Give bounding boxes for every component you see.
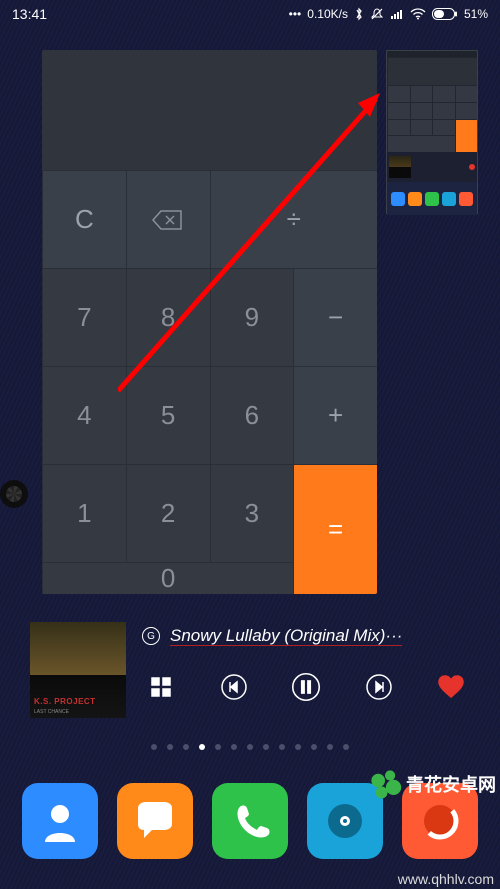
page-dot[interactable] — [183, 744, 189, 750]
netease-icon: G — [142, 627, 160, 645]
page-dot[interactable] — [263, 744, 269, 750]
status-time: 13:41 — [12, 6, 47, 22]
page-dot[interactable] — [151, 744, 157, 750]
calc-9[interactable]: 9 — [210, 268, 294, 366]
song-title[interactable]: Snowy Lullaby (Original Mix)··· — [170, 626, 402, 646]
page-dot[interactable] — [231, 744, 237, 750]
page-dot[interactable] — [167, 744, 173, 750]
calc-display — [42, 50, 377, 170]
calc-minus[interactable]: − — [293, 268, 377, 366]
prev-button[interactable] — [219, 672, 249, 702]
page-dot[interactable] — [279, 744, 285, 750]
calc-clear[interactable]: C — [42, 170, 126, 268]
pause-button[interactable] — [291, 672, 321, 702]
next-button[interactable] — [364, 672, 394, 702]
calc-3[interactable]: 3 — [210, 464, 294, 562]
calc-2[interactable]: 2 — [126, 464, 210, 562]
status-dots: ••• — [289, 7, 302, 21]
status-speed: 0.10K/s — [307, 7, 348, 21]
page-dot[interactable] — [215, 744, 221, 750]
music-widget: K.S. PROJECT LAST CHANCE G Snowy Lullaby… — [30, 622, 470, 726]
favorite-button[interactable] — [436, 672, 466, 702]
wifi-icon — [410, 8, 426, 20]
dnd-icon — [370, 7, 384, 21]
playlist-button[interactable] — [146, 672, 176, 702]
watermark-brand: 青花安卓网 — [368, 767, 496, 801]
page-dot[interactable] — [327, 744, 333, 750]
calc-equals[interactable]: = — [293, 464, 377, 594]
calc-6[interactable]: 6 — [210, 366, 294, 464]
album-artist: K.S. PROJECT — [34, 697, 96, 706]
phone-app[interactable] — [212, 783, 288, 859]
messaging-app[interactable] — [117, 783, 193, 859]
battery-icon — [432, 8, 458, 20]
album-art[interactable]: K.S. PROJECT LAST CHANCE — [30, 622, 126, 718]
calc-4[interactable]: 4 — [42, 366, 126, 464]
watermark-url: www.qhhlv.com — [398, 871, 494, 887]
signal-icon — [390, 8, 404, 20]
calc-0[interactable]: 0 — [42, 562, 293, 594]
page-dot[interactable] — [247, 744, 253, 750]
calc-1[interactable]: 1 — [42, 464, 126, 562]
calc-backspace[interactable] — [126, 170, 210, 268]
bluetooth-icon — [354, 7, 364, 21]
page-dot[interactable] — [343, 744, 349, 750]
calc-5[interactable]: 5 — [126, 366, 210, 464]
calc-divide[interactable]: ÷ — [210, 170, 378, 268]
calc-plus[interactable]: + — [293, 366, 377, 464]
page-dot[interactable] — [295, 744, 301, 750]
calculator-app-preview[interactable]: C ÷ 7 8 9 − 4 5 6 + 1 2 3 = 0 — [42, 50, 377, 594]
page-indicator[interactable] — [0, 744, 500, 750]
page-dot[interactable] — [199, 744, 205, 750]
status-right: ••• 0.10K/s 51% — [289, 7, 488, 21]
camera-shutter-icon[interactable] — [0, 480, 28, 508]
contacts-app[interactable] — [22, 783, 98, 859]
album-sub: LAST CHANCE — [34, 709, 69, 715]
calc-8[interactable]: 8 — [126, 268, 210, 366]
battery-pct: 51% — [464, 7, 488, 21]
watermark-logo-icon — [368, 767, 402, 801]
calc-7[interactable]: 7 — [42, 268, 126, 366]
page-dot[interactable] — [311, 744, 317, 750]
screenshot-thumbnail[interactable] — [386, 50, 478, 214]
